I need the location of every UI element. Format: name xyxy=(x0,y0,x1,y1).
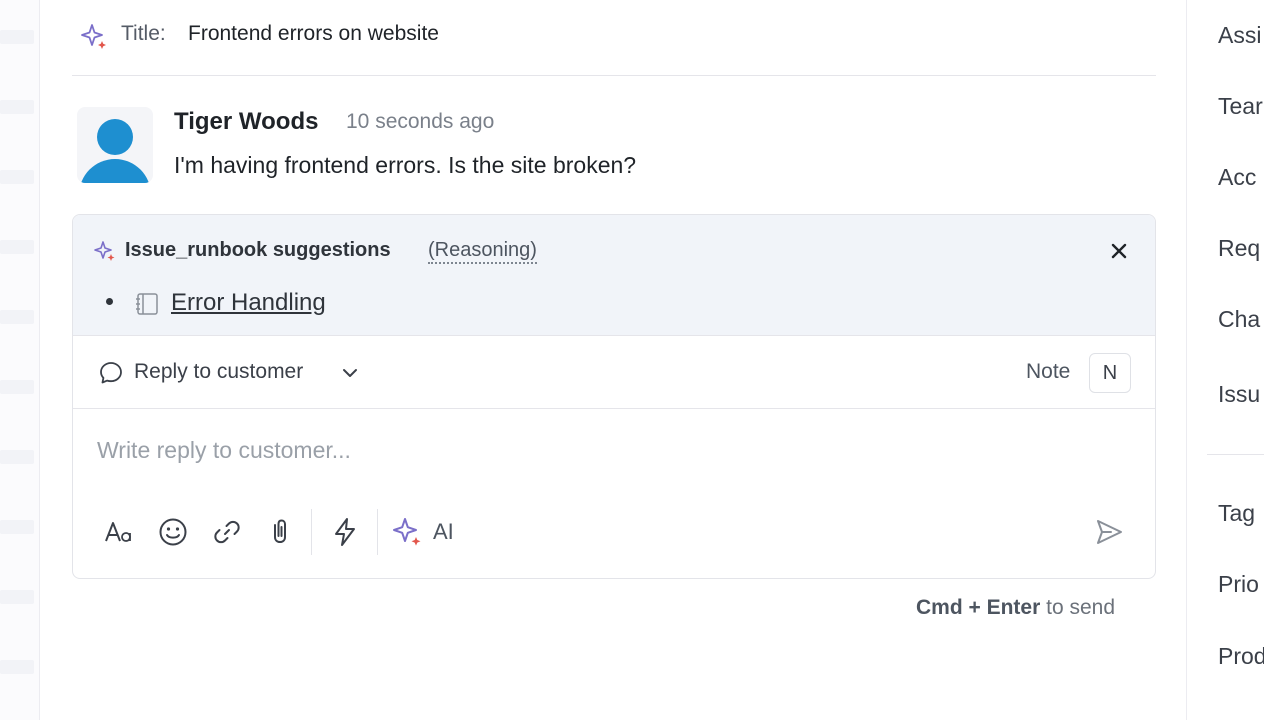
details-item-product[interactable]: Prod xyxy=(1218,643,1264,670)
reply-card: Issue_runbook suggestions (Reasoning) Er… xyxy=(72,214,1156,579)
avatar xyxy=(77,107,153,183)
runbook-suggestions-panel: Issue_runbook suggestions (Reasoning) Er… xyxy=(73,215,1155,335)
message-text: I'm having frontend errors. Is the site … xyxy=(174,152,637,178)
details-item-priority[interactable]: Prio xyxy=(1218,571,1259,598)
reply-mode-dropdown[interactable]: Reply to customer xyxy=(134,360,303,384)
left-panel-line xyxy=(0,660,34,674)
suggestions-title: Issue_runbook suggestions xyxy=(125,239,391,261)
left-panel-line xyxy=(0,170,34,184)
left-panel-line xyxy=(0,590,34,604)
message-author: Tiger Woods xyxy=(174,108,319,135)
send-icon[interactable] xyxy=(1092,515,1126,549)
send-shortcut-hint: Cmd + Enter to send xyxy=(916,596,1115,620)
send-shortcut-suffix: to send xyxy=(1040,596,1116,619)
left-panel-line xyxy=(0,310,34,324)
notebook-icon xyxy=(136,293,158,315)
toolbar-divider xyxy=(311,509,312,555)
left-panel-line xyxy=(0,240,34,254)
note-shortcut-key: N xyxy=(1089,353,1131,393)
reply-header: Reply to customer Note N xyxy=(73,335,1155,409)
close-icon[interactable] xyxy=(1105,237,1133,265)
details-divider xyxy=(1207,454,1264,455)
details-item-channel[interactable]: Cha xyxy=(1218,306,1260,333)
left-panel-edge xyxy=(0,0,40,720)
right-details-panel: Assi Tear Acc Req Cha Issu Tag Prio Prod xyxy=(1186,0,1264,720)
reasoning-link[interactable]: (Reasoning) xyxy=(428,238,537,264)
reply-toolbar: AI xyxy=(73,505,1155,565)
details-item-assignee[interactable]: Assi xyxy=(1218,22,1261,49)
conversation-title: Frontend errors on website xyxy=(188,22,439,45)
avatar-head xyxy=(97,119,133,155)
text-format-icon[interactable] xyxy=(102,515,136,549)
title-row: Title: Frontend errors on website xyxy=(72,0,1156,76)
link-icon[interactable] xyxy=(210,515,244,549)
customer-message: Tiger Woods 10 seconds ago I'm having fr… xyxy=(72,100,1156,200)
list-bullet xyxy=(106,298,113,305)
conversation-main: Title: Frontend errors on website Tiger … xyxy=(72,0,1156,720)
left-panel-line xyxy=(0,30,34,44)
ai-sparkle-icon xyxy=(94,241,115,261)
note-toggle[interactable]: Note xyxy=(1026,360,1070,384)
avatar-body xyxy=(79,159,151,183)
ai-sparkle-icon[interactable] xyxy=(391,515,425,549)
toolbar-divider xyxy=(377,509,378,555)
details-item-team[interactable]: Tear xyxy=(1218,93,1263,120)
left-panel-line xyxy=(0,100,34,114)
lightning-icon[interactable] xyxy=(328,515,362,549)
ai-sparkle-icon xyxy=(81,24,106,49)
left-panel-line xyxy=(0,520,34,534)
message-timestamp: 10 seconds ago xyxy=(346,110,495,133)
left-panel-line xyxy=(0,380,34,394)
title-label: Title: xyxy=(121,22,166,45)
chat-bubble-icon xyxy=(100,362,122,384)
reply-textarea[interactable]: Write reply to customer... xyxy=(97,437,351,464)
details-item-tags[interactable]: Tag xyxy=(1218,500,1255,527)
details-item-requester[interactable]: Req xyxy=(1218,235,1260,262)
chevron-down-icon[interactable] xyxy=(340,363,360,383)
ai-button-label[interactable]: AI xyxy=(433,519,454,545)
details-item-issue[interactable]: Issu xyxy=(1218,381,1260,408)
send-shortcut-keys: Cmd + Enter xyxy=(916,596,1041,619)
runbook-link-error-handling[interactable]: Error Handling xyxy=(171,289,326,317)
emoji-icon[interactable] xyxy=(156,515,190,549)
details-item-account[interactable]: Acc xyxy=(1218,164,1256,191)
left-panel-line xyxy=(0,450,34,464)
attachment-icon[interactable] xyxy=(263,515,297,549)
